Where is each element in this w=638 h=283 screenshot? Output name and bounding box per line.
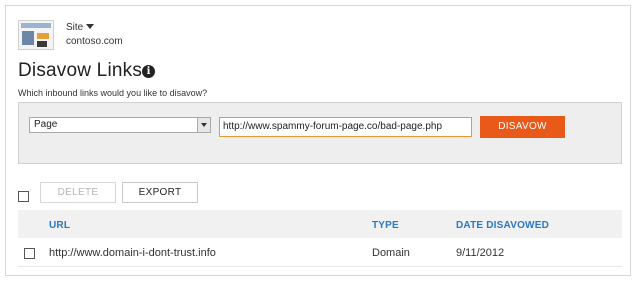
site-thumbnail: [18, 20, 54, 50]
row-checkbox[interactable]: [24, 248, 35, 259]
chevron-down-icon: [86, 24, 95, 29]
column-header-url[interactable]: URL: [49, 220, 70, 231]
site-selector-label: Site: [66, 22, 84, 33]
site-selector[interactable]: Site: [66, 22, 95, 33]
page-title: Disavow Links: [18, 60, 143, 81]
column-header-date-disavowed[interactable]: DATE DISAVOWED: [456, 220, 549, 231]
dropdown-arrow-icon[interactable]: [197, 118, 210, 132]
row-divider: [18, 266, 622, 267]
row-url: http://www.domain-i-dont-trust.info: [49, 247, 216, 259]
link-type-select-value: Page: [34, 119, 58, 130]
row-date: 9/11/2012: [456, 247, 505, 259]
info-icon[interactable]: i: [142, 65, 155, 78]
url-input[interactable]: http://www.spammy-forum-page.co/bad-page…: [219, 117, 472, 137]
delete-button[interactable]: DELETE: [40, 182, 116, 203]
column-header-type[interactable]: TYPE: [372, 220, 399, 231]
export-button[interactable]: EXPORT: [122, 182, 198, 203]
select-all-checkbox[interactable]: [18, 191, 29, 202]
disavow-button[interactable]: DISAVOW: [480, 116, 565, 138]
link-type-select[interactable]: Page: [29, 117, 211, 133]
site-domain: contoso.com: [66, 36, 123, 47]
row-type: Domain: [372, 247, 410, 259]
page-subtitle: Which inbound links would you like to di…: [18, 88, 208, 98]
